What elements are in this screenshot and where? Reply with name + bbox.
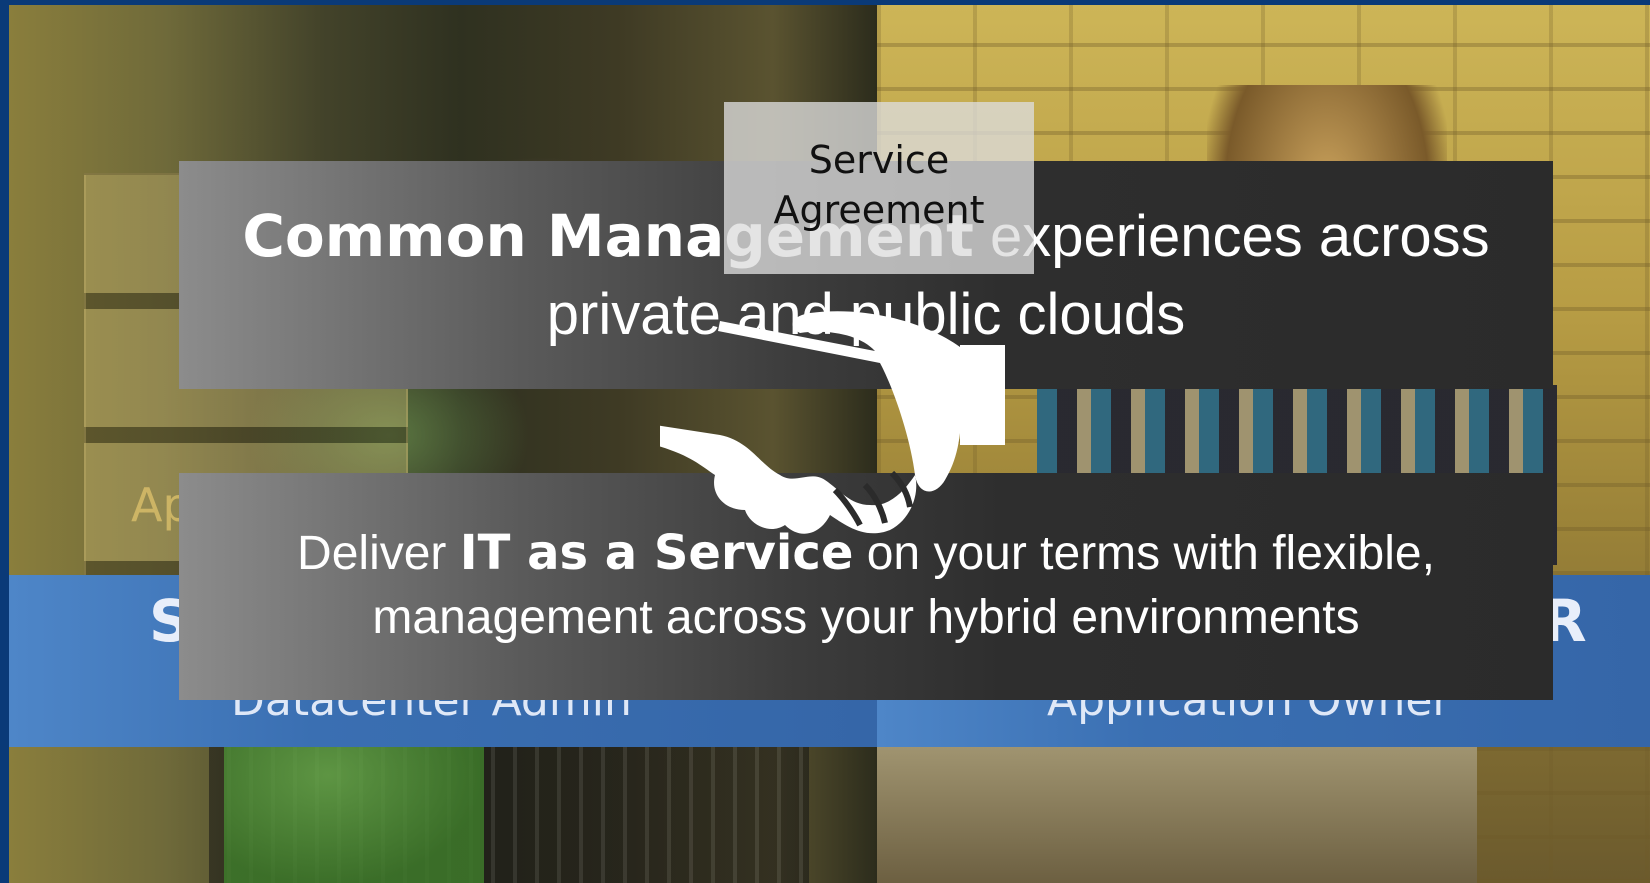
service-agreement-card: Service Agreement <box>724 102 1034 274</box>
admin-person-image <box>224 747 484 883</box>
laptop-image <box>877 747 1477 883</box>
common-management-rest: experiences across <box>973 204 1490 269</box>
handshake-icon <box>660 311 1005 534</box>
agreement-line2: Agreement <box>773 188 985 232</box>
it-service-prefix: Deliver <box>297 527 460 580</box>
agreement-line1: Service <box>808 138 950 182</box>
it-service-line2: management across your hybrid environmen… <box>372 591 1360 644</box>
